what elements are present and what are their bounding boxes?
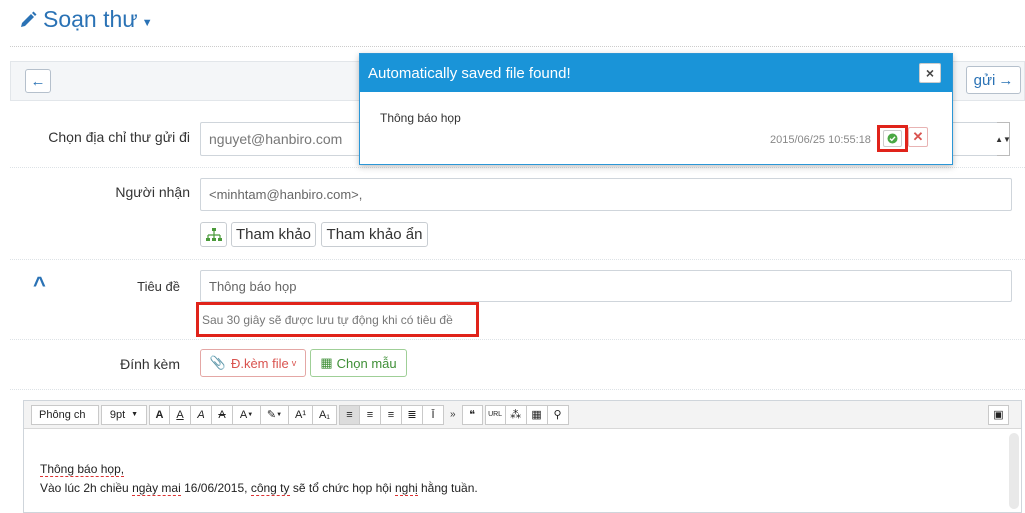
editor-toolbar: Phông ch 9pt ▼ A A A A A ▼ ✎ ▼ A¹ A₁ ≡ ≡ ≡ …: [24, 401, 1021, 429]
page-title: Soạn thư: [43, 6, 138, 32]
subscript-icon[interactable]: A₁: [313, 404, 337, 425]
align-right-icon[interactable]: ≡: [381, 404, 402, 425]
table-insert-icon[interactable]: ▦: [526, 404, 548, 425]
saved-item-title: Thông báo họp: [380, 111, 461, 125]
close-icon: ×: [925, 65, 935, 81]
body-line: Thông báo họp,: [40, 460, 1021, 479]
size-value: 9pt: [109, 408, 126, 421]
italic-icon[interactable]: A: [191, 404, 212, 425]
subject-input[interactable]: Thông báo họp: [200, 270, 1012, 302]
link-icon[interactable]: URL: [484, 404, 506, 425]
pencil-icon: [21, 11, 37, 27]
attach-file-label: Đ.kèm file: [230, 355, 289, 371]
highlight-icon[interactable]: ✎ ▼: [261, 404, 289, 425]
message-editor[interactable]: Phông ch 9pt ▼ A A A A A ▼ ✎ ▼ A¹ A₁ ≡ ≡ ≡ …: [23, 400, 1022, 513]
send-label: gửi: [973, 71, 996, 89]
org-chart-icon: [205, 227, 222, 241]
attach-label: Đính kèm: [120, 356, 180, 372]
body-line: Vào lúc 2h chiều ngày mai 16/06/2015, cô…: [40, 479, 1021, 498]
quote-icon[interactable]: ❝: [461, 404, 483, 425]
more-icon[interactable]: »: [450, 409, 456, 420]
autosave-dialog: Automatically saved file found! × Thông …: [359, 53, 953, 165]
body-text: sẽ tổ chức họp hội: [289, 481, 395, 495]
caret-down-icon: ▼: [141, 16, 153, 29]
divider: [10, 167, 1025, 168]
dialog-title: Automatically saved file found!: [360, 54, 952, 92]
body-text: ngày mai: [132, 481, 181, 496]
strikethrough-icon[interactable]: A: [212, 404, 233, 425]
template-label: Chọn mẫu: [336, 355, 397, 371]
divider: [10, 339, 1025, 340]
chevron-down-icon: ▼: [131, 411, 139, 418]
body-text: công ty: [250, 481, 290, 496]
line-height-icon[interactable]: Ī: [423, 404, 444, 425]
autosave-hint: Sau 30 giây sẽ được lưu tự động khi có t…: [196, 302, 479, 337]
font-color-icon[interactable]: A ▼: [233, 404, 261, 425]
align-center-icon[interactable]: ≡: [360, 404, 381, 425]
body-text: Vào lúc 2h chiều: [40, 481, 133, 495]
check-circle-icon: [887, 133, 898, 144]
close-icon: ✕: [912, 129, 924, 144]
back-button[interactable]: ←: [25, 69, 51, 93]
collapse-chevron-icon[interactable]: ^: [33, 274, 51, 296]
template-button[interactable]: ▦ Chọn mẫu: [310, 349, 407, 377]
bcc-button[interactable]: Tham khảo ẩn: [321, 222, 428, 247]
discard-button[interactable]: ✕: [908, 127, 928, 147]
to-label: Người nhận: [115, 184, 190, 200]
divider: [10, 389, 1025, 390]
special-char-icon[interactable]: ⁂: [505, 404, 527, 425]
superscript-icon[interactable]: A¹: [289, 404, 313, 425]
select-arrow-icon[interactable]: ▲▼: [995, 122, 1011, 156]
attach-file-button[interactable]: 📎 Đ.kèm file v: [200, 349, 306, 377]
close-button[interactable]: ×: [919, 63, 941, 83]
editor-body[interactable]: Thông báo họp, Vào lúc 2h chiều ngày mai…: [24, 429, 1021, 498]
scrollbar[interactable]: [1009, 433, 1019, 509]
recipient-input[interactable]: <minhtam@hanbiro.com>,: [200, 178, 1012, 211]
align-justify-icon[interactable]: ≣: [402, 404, 423, 425]
divider: [10, 259, 1025, 260]
paperclip-icon: 📎: [209, 355, 226, 370]
search-icon[interactable]: ⚲: [547, 404, 569, 425]
size-select[interactable]: 9pt ▼: [101, 404, 147, 425]
body-text: hằng tuần.: [417, 481, 478, 495]
bold-icon[interactable]: A: [149, 404, 170, 425]
table-icon: ▦: [320, 355, 333, 370]
chevron-down-icon: v: [291, 358, 297, 368]
arrow-right-icon: →: [998, 71, 1014, 89]
underline-icon[interactable]: A: [170, 404, 191, 425]
body-text: 16/06/2015,: [180, 481, 251, 495]
restore-button[interactable]: [877, 125, 908, 152]
font-select[interactable]: Phông ch: [31, 404, 99, 425]
org-chart-button[interactable]: [200, 222, 227, 247]
from-label: Chọn địa chỉ thư gửi đi: [48, 129, 190, 145]
divider: [10, 46, 1025, 47]
align-left-icon[interactable]: ≡: [339, 404, 360, 425]
body-text: Thông báo họp,: [40, 462, 125, 477]
saved-item-date: 2015/06/25 10:55:18: [770, 134, 871, 146]
compose-title[interactable]: Soạn thư ▼: [18, 6, 153, 33]
send-button[interactable]: gửi →: [966, 66, 1021, 94]
restore-button-inner: [883, 130, 902, 147]
arrow-left-icon: ←: [30, 72, 46, 90]
subject-label: Tiêu đề: [137, 279, 180, 294]
body-text: nghị: [394, 481, 418, 496]
cc-button[interactable]: Tham khảo: [231, 222, 316, 247]
image-icon[interactable]: ▣: [988, 404, 1009, 425]
